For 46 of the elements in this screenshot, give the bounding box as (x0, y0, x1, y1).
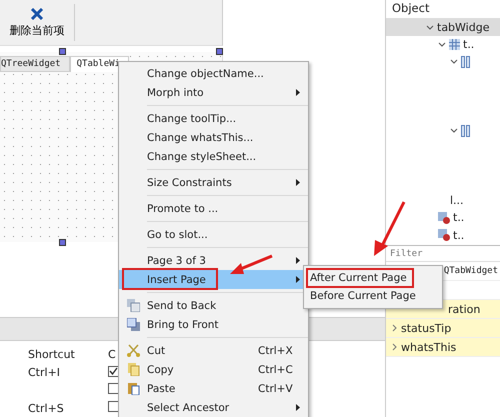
tree-item[interactable]: l... (450, 194, 464, 208)
checkbox[interactable] (108, 383, 119, 394)
menu-item[interactable]: Cut Ctrl+X (119, 341, 308, 360)
send-back-icon (126, 299, 140, 312)
form-tab[interactable]: QTreeWidget (0, 56, 70, 72)
widget-icon (438, 229, 450, 242)
widget-icon (438, 212, 450, 224)
bring-front-icon (126, 318, 140, 331)
menu-item[interactable]: Change styleSheet... (119, 147, 308, 166)
property-class: QTabWidget (444, 266, 498, 276)
table-cell: Ctrl+S (28, 402, 64, 415)
property-name: whatsThis (401, 340, 456, 354)
scissors-icon (126, 344, 140, 357)
tree-item[interactable]: t.. (453, 228, 464, 242)
menu-item[interactable]: Morph into (119, 83, 308, 102)
menu-item[interactable]: Change whatsThis... (119, 128, 308, 147)
columns-icon (461, 56, 470, 68)
resize-handle[interactable] (59, 48, 66, 56)
tree-item[interactable]: t.. (453, 211, 464, 224)
pointer-arrow (228, 254, 274, 276)
tree-item[interactable]: t.. (463, 38, 474, 52)
checkbox[interactable] (108, 401, 119, 412)
menu-item[interactable]: Promote to ... (119, 199, 308, 218)
menu-item[interactable]: Page 3 of 3 (119, 251, 308, 270)
menu-item[interactable]: Size Constraints (119, 173, 308, 192)
menu-item[interactable]: Select Ancestor (119, 398, 308, 417)
grid-icon (449, 39, 460, 50)
paste-icon (126, 382, 140, 395)
property-name: ration (448, 302, 480, 316)
column-header: Object (392, 1, 430, 15)
resize-handle[interactable] (59, 239, 66, 246)
menu-item[interactable]: Copy Ctrl+C (119, 360, 308, 379)
copy-icon (126, 363, 140, 376)
checkbox[interactable] (108, 366, 119, 377)
column-header: C (108, 348, 116, 361)
filter-field[interactable]: Filter (386, 245, 500, 262)
property-name: statusTip (401, 322, 452, 334)
menu-item[interactable]: Bring to Front (119, 315, 308, 334)
menu-item[interactable]: Change toolTip... (119, 109, 308, 128)
resize-handle[interactable] (216, 48, 223, 56)
column-header: Shortcut (28, 348, 75, 361)
menu-item[interactable]: Go to slot... (119, 225, 308, 244)
menu-item[interactable]: Paste Ctrl+V (119, 379, 308, 398)
table-cell: Ctrl+I (28, 366, 60, 379)
columns-icon (461, 125, 470, 138)
close-icon (30, 8, 44, 20)
